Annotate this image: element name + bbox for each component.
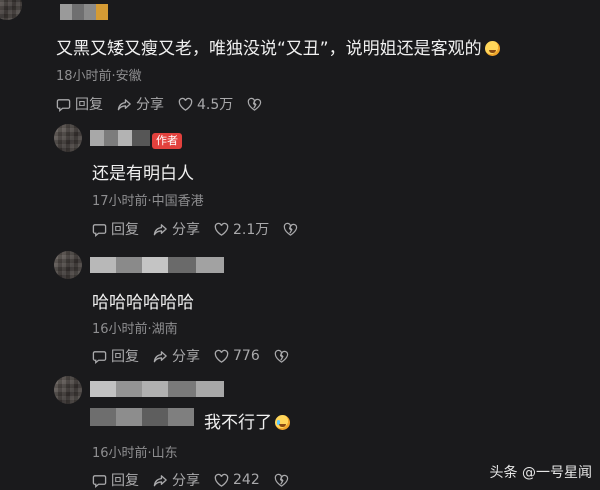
reply-button[interactable]: 回复	[92, 219, 139, 239]
reply-actions: 回复 分享 2.1万	[92, 219, 316, 239]
share-label: 分享	[136, 97, 164, 113]
reply-label: 回复	[111, 349, 139, 365]
comment-actions: 回复 分享 4.5万	[56, 94, 280, 114]
author-badge: 作者	[152, 133, 182, 149]
like-button[interactable]: 776	[214, 348, 260, 364]
reply-icon	[92, 350, 107, 364]
like-count: 242	[233, 472, 260, 488]
reply-icon	[92, 223, 107, 237]
reply-text: 还是有明白人	[92, 164, 194, 184]
like-count: 776	[233, 348, 260, 364]
laugh-cry-emoji-icon	[275, 415, 290, 430]
heart-icon	[178, 97, 193, 111]
share-icon	[117, 98, 131, 110]
reply-quote-pixelated	[90, 408, 194, 426]
like-button[interactable]: 2.1万	[214, 219, 269, 239]
reply-icon	[56, 98, 71, 112]
avatar[interactable]	[0, 0, 22, 20]
reply-meta: 16小时前·湖南	[92, 322, 178, 337]
like-count: 4.5万	[197, 97, 234, 113]
reply-button[interactable]: 回复	[92, 346, 139, 366]
dislike-button[interactable]	[283, 222, 302, 237]
share-button[interactable]: 分享	[153, 470, 200, 490]
share-button[interactable]: 分享	[153, 219, 200, 239]
avatar[interactable]	[54, 376, 82, 404]
heart-icon	[214, 473, 229, 487]
reply-label: 回复	[111, 222, 139, 238]
reply-meta: 16小时前·山东	[92, 446, 178, 461]
share-icon	[153, 223, 167, 235]
reply-text: 哈哈哈哈哈哈	[92, 293, 194, 313]
reply-actions: 回复 分享 242	[92, 470, 307, 490]
avatar[interactable]	[54, 251, 82, 279]
reply-meta: 17小时前·中国香港	[92, 194, 204, 209]
comment-meta: 18小时前·安徽	[56, 69, 142, 84]
reply-label: 回复	[75, 97, 103, 113]
username-pixelated[interactable]	[90, 381, 224, 397]
share-label: 分享	[172, 222, 200, 238]
broken-heart-icon	[248, 97, 262, 111]
like-button[interactable]: 4.5万	[178, 94, 233, 114]
username-pixelated[interactable]	[90, 257, 224, 273]
like-count: 2.1万	[233, 222, 270, 238]
reply-icon	[92, 474, 107, 488]
avatar[interactable]	[54, 124, 82, 152]
grinning-sweat-emoji-icon	[484, 41, 500, 56]
dislike-button[interactable]	[274, 473, 293, 488]
reply-actions: 回复 分享 776	[92, 346, 307, 366]
broken-heart-icon	[274, 473, 288, 487]
comment-text: 又黑又矮又瘦又老，唯独没说“又丑”，说明姐还是客观的	[56, 34, 500, 59]
share-label: 分享	[172, 473, 200, 489]
comment-body: 又黑又矮又瘦又老，唯独没说“又丑”，说明姐还是客观的	[56, 39, 482, 59]
share-button[interactable]: 分享	[117, 94, 164, 114]
heart-icon	[214, 349, 229, 363]
broken-heart-icon	[274, 349, 288, 363]
dislike-button[interactable]	[247, 97, 266, 112]
reply-text: 我不行了	[204, 408, 290, 433]
share-button[interactable]: 分享	[153, 346, 200, 366]
like-button[interactable]: 242	[214, 472, 260, 488]
watermark: 头条 @一号星闻	[489, 465, 592, 481]
reply-button[interactable]: 回复	[92, 470, 139, 490]
reply-label: 回复	[111, 473, 139, 489]
reply-body: 我不行了	[204, 413, 272, 433]
username-pixelated[interactable]	[90, 130, 150, 146]
share-label: 分享	[172, 349, 200, 365]
share-icon	[153, 474, 167, 486]
reply-button[interactable]: 回复	[56, 94, 103, 114]
dislike-button[interactable]	[274, 349, 293, 364]
username-pixelated[interactable]	[60, 4, 108, 20]
broken-heart-icon	[284, 222, 298, 236]
heart-icon	[214, 222, 229, 236]
share-icon	[153, 350, 167, 362]
